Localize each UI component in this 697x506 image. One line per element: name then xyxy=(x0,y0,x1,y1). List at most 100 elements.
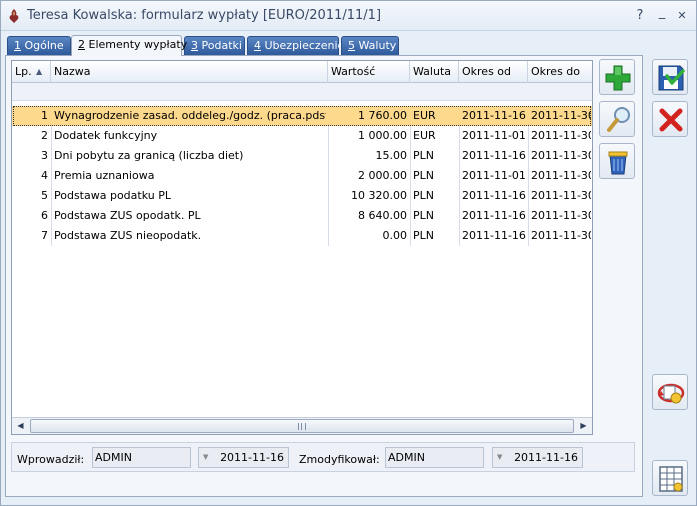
horizontal-scrollbar[interactable]: ◀ ▶ xyxy=(12,417,592,434)
filter-row[interactable] xyxy=(12,83,592,101)
chevron-down-icon: ▼ xyxy=(203,453,209,461)
modified-by-label: Zmodyfikował: xyxy=(299,453,380,466)
modified-by-user-field: ADMIN xyxy=(385,447,484,468)
tab-ubezpieczenie[interactable]: 4 Ubezpieczenie xyxy=(247,36,344,55)
cell-nazwa: Dodatek funkcyjny xyxy=(54,129,158,142)
tab-waluty[interactable]: 5 Waluty xyxy=(341,36,399,55)
cell-lp: 7 xyxy=(41,229,48,242)
cell-waluta: EUR xyxy=(413,109,436,122)
tab-elementy-wyplaty[interactable]: 2 Elementy wypłaty xyxy=(71,35,187,56)
plus-icon xyxy=(605,65,631,91)
title-bar[interactable]: Teresa Kowalska: formularz wypłaty [EURO… xyxy=(1,1,696,31)
close-button[interactable]: ✕ xyxy=(673,7,691,25)
tab-key: 5 xyxy=(348,39,355,52)
cell-okres-od: 2011-11-01 xyxy=(462,129,526,142)
cell-wartosc: 10 320.00 xyxy=(351,189,407,202)
app-logo-icon xyxy=(9,9,19,23)
cell-waluta: PLN xyxy=(413,149,434,162)
save-icon xyxy=(658,65,685,91)
edit-element-button[interactable] xyxy=(599,101,635,137)
column-header-okres-od[interactable]: Okres od xyxy=(459,61,528,83)
tab-ogolne[interactable]: 1 Ogólne xyxy=(7,36,71,55)
cell-wartosc: 1 000.00 xyxy=(358,129,407,142)
grip-icon xyxy=(298,423,306,430)
cell-lp: 1 xyxy=(41,109,48,122)
tab-key: 3 xyxy=(191,39,198,52)
cell-okres-do: 2011-11-30 xyxy=(531,209,591,222)
recalculate-button[interactable] xyxy=(652,374,688,410)
cell-okres-od: 2011-11-16 xyxy=(462,229,526,242)
table-row[interactable]: 2 Dodatek funkcyjny 1 000.00 EUR 2011-11… xyxy=(12,126,592,146)
minimize-button[interactable]: _ xyxy=(653,4,671,22)
cell-wartosc: 1 760.00 xyxy=(358,109,407,122)
grid-header: Lp. ▲ Nazwa Wartość Waluta Okres od Okre… xyxy=(12,61,592,83)
audit-info-bar: Wprowadził: ADMIN ▼ 2011-11-16 Zmodyfiko… xyxy=(11,442,635,472)
cell-wartosc: 0.00 xyxy=(382,229,408,242)
trash-icon xyxy=(608,151,628,175)
window-title: Teresa Kowalska: formularz wypłaty [EURO… xyxy=(27,8,382,23)
column-header-wartosc[interactable]: Wartość xyxy=(328,61,410,83)
scroll-thumb[interactable] xyxy=(30,419,574,433)
table-row[interactable]: 6 Podstawa ZUS opodatk. PL 8 640.00 PLN … xyxy=(12,206,592,226)
cell-nazwa: Podstawa podatku PL xyxy=(54,189,171,202)
add-element-button[interactable] xyxy=(599,59,635,95)
table-icon xyxy=(659,466,683,492)
cell-lp: 4 xyxy=(41,169,48,182)
cell-waluta: PLN xyxy=(413,229,434,242)
tab-label: Ogólne xyxy=(21,39,64,52)
help-button[interactable]: ? xyxy=(631,7,649,25)
tab-key: 1 xyxy=(14,39,21,52)
cell-okres-do: 2011-11-30 xyxy=(531,189,591,202)
cell-waluta: EUR xyxy=(413,129,436,142)
cell-nazwa: Premia uznaniowa xyxy=(54,169,155,182)
modified-date-value: 2011-11-16 xyxy=(514,451,578,464)
created-by-user-field: ADMIN xyxy=(92,447,191,468)
created-date-value: 2011-11-16 xyxy=(220,451,284,464)
cell-okres-do: 2011-11-30 xyxy=(531,169,591,182)
cancel-button[interactable] xyxy=(652,101,688,137)
cell-okres-od: 2011-11-16 xyxy=(462,109,526,122)
tab-label: Waluty xyxy=(355,39,397,52)
table-row[interactable]: 5 Podstawa podatku PL 10 320.00 PLN 2011… xyxy=(12,186,592,206)
cell-nazwa: Wynagrodzenie zasad. oddeleg./godz. (pra… xyxy=(54,109,326,122)
payout-form-window: Teresa Kowalska: formularz wypłaty [EURO… xyxy=(0,0,697,506)
tab-label: Podatki xyxy=(198,39,242,52)
tab-label: Elementy wypłaty xyxy=(85,38,188,51)
table-row[interactable]: 4 Premia uznaniowa 2 000.00 PLN 2011-11-… xyxy=(12,166,592,186)
table-row[interactable]: 1 Wynagrodzenie zasad. oddeleg./godz. (p… xyxy=(12,106,592,126)
delete-element-button[interactable] xyxy=(599,143,635,179)
save-button[interactable] xyxy=(652,59,688,95)
tab-label: Ubezpieczenie xyxy=(261,39,345,52)
column-header-nazwa[interactable]: Nazwa xyxy=(51,61,328,83)
tab-podatki[interactable]: 3 Podatki xyxy=(184,36,245,55)
tab-key: 4 xyxy=(254,39,261,52)
cell-lp: 2 xyxy=(41,129,48,142)
table-row[interactable]: 7 Podstawa ZUS nieopodatk. 0.00 PLN 2011… xyxy=(12,226,592,246)
chevron-down-icon: ▼ xyxy=(497,453,503,461)
cell-okres-od: 2011-11-16 xyxy=(462,149,526,162)
cell-okres-do: 2011-11-30 xyxy=(531,109,591,122)
table-row[interactable]: 3 Dni pobytu za granicą (liczba diet) 15… xyxy=(12,146,592,166)
cell-okres-do: 2011-11-30 xyxy=(531,229,591,242)
cell-okres-do: 2011-11-30 xyxy=(531,149,591,162)
table-view-button[interactable] xyxy=(652,460,688,496)
cell-lp: 6 xyxy=(41,209,48,222)
created-date-field: ▼ 2011-11-16 xyxy=(198,447,289,468)
cell-lp: 5 xyxy=(41,189,48,202)
sort-asc-icon: ▲ xyxy=(36,67,43,76)
recalculate-icon xyxy=(657,383,685,404)
column-header-waluta[interactable]: Waluta xyxy=(410,61,459,83)
scroll-left-icon[interactable]: ◀ xyxy=(12,418,29,434)
cell-wartosc: 15.00 xyxy=(375,149,408,162)
created-by-label: Wprowadził: xyxy=(17,453,85,466)
scroll-right-icon[interactable]: ▶ xyxy=(575,418,592,434)
cell-nazwa: Podstawa ZUS opodatk. PL xyxy=(54,209,201,222)
cell-okres-od: 2011-11-01 xyxy=(462,169,526,182)
cell-lp: 3 xyxy=(41,149,48,162)
column-header-lp[interactable]: Lp. ▲ xyxy=(12,61,51,83)
column-header-okres-do[interactable]: Okres do xyxy=(528,61,592,83)
cell-wartosc: 2 000.00 xyxy=(358,169,407,182)
payout-elements-grid[interactable]: Lp. ▲ Nazwa Wartość Waluta Okres od Okre… xyxy=(11,60,593,435)
cell-waluta: PLN xyxy=(413,169,434,182)
cell-nazwa: Dni pobytu za granicą (liczba diet) xyxy=(54,149,244,162)
